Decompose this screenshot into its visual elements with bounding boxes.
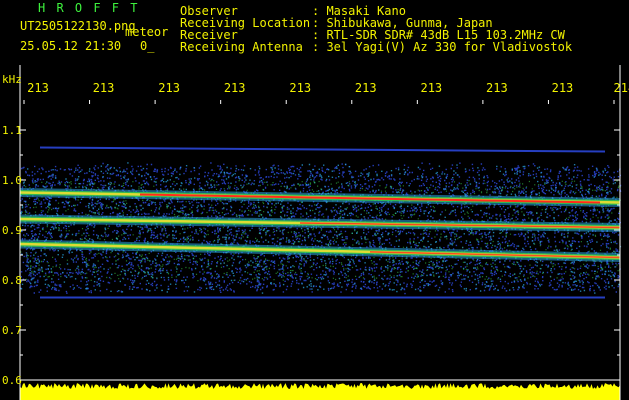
x-tick-label: 213 <box>420 81 442 95</box>
faint-trace <box>39 146 606 153</box>
x-tick-label: 213 <box>224 81 246 95</box>
signal-traces <box>19 188 621 262</box>
y-axis-unit-label: kHz <box>2 73 22 86</box>
power-strip <box>20 383 620 400</box>
x-tick-label: 213 <box>486 81 508 95</box>
y-tick-label: 0.8 <box>2 274 22 287</box>
spectrogram-plot: kHz 1.1 1.0 0.9 0.8 0.7 0.6 213 213 213 213 213 213 2… <box>2 65 629 400</box>
y-tick-label: 0.7 <box>2 324 22 337</box>
y-tick-label: 0.9 <box>2 224 22 237</box>
x-tick-label: 213 <box>93 81 115 95</box>
y-tick-label: 1.1 <box>2 124 22 137</box>
x-tick-label: 2140 <box>614 81 629 95</box>
power-strip-fill <box>20 383 620 400</box>
axis-layer: kHz 1.1 1.0 0.9 0.8 0.7 0.6 213 213 213 213 213 213 2… <box>2 65 629 400</box>
x-tick-label: 213 <box>289 81 311 95</box>
x-tick-label: 213 <box>355 81 377 95</box>
spectrogram-window: H R O F F T UT2505122130.png meteor 25.0… <box>0 0 629 400</box>
y-tick-label: 1.0 <box>2 174 22 187</box>
y-tick-label: 0.6 <box>2 374 22 387</box>
x-tick-label: 213 <box>158 81 180 95</box>
x-tick-label: 213 <box>552 81 574 95</box>
x-tick-label: 213 <box>27 81 49 95</box>
